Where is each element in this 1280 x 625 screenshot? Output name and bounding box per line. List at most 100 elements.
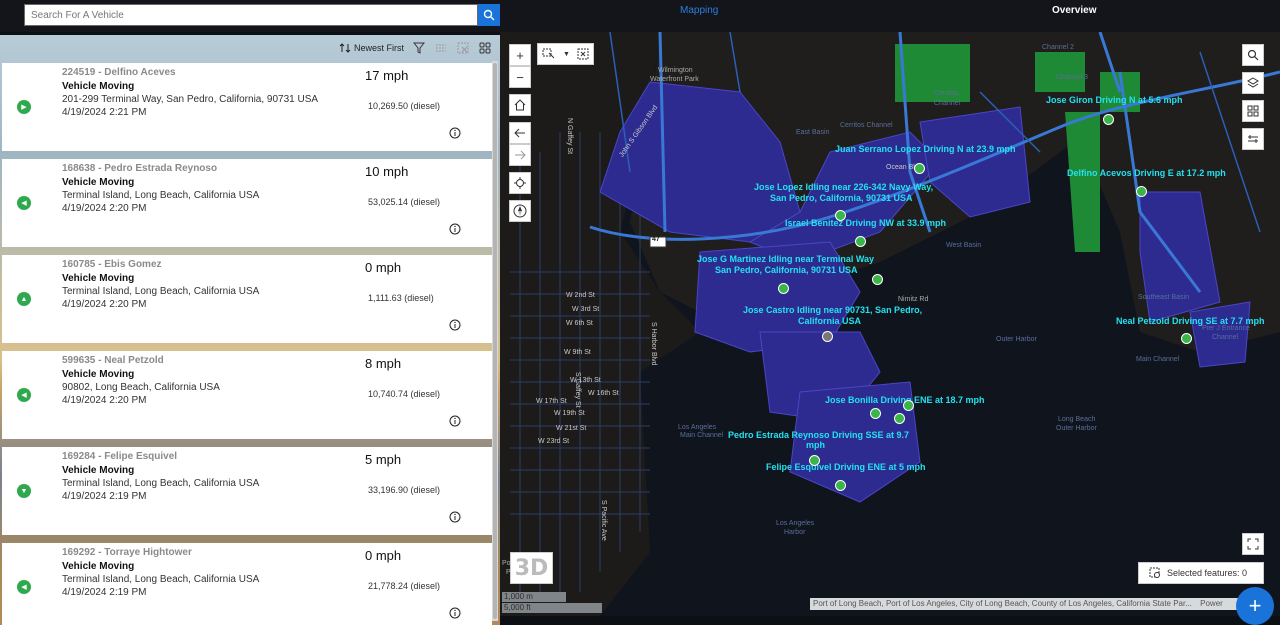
filter-button[interactable] (412, 41, 426, 55)
select-tool-icon[interactable] (542, 48, 556, 60)
toggle-3d-button[interactable]: 3D (510, 552, 553, 584)
sort-label: Newest First (353, 43, 404, 53)
vehicle-card[interactable]: ▲ 160785 - Ebis Gomez Vehicle Moving Ter… (2, 255, 492, 343)
vehicle-card[interactable]: ▶ 224519 - Delfino Aceves Vehicle Moving… (2, 63, 492, 151)
vehicle-speed: 0 mph (365, 260, 402, 275)
vehicle-map-label: Israel Benitez Driving NW at 33.9 mph (785, 218, 947, 228)
grid-icon (479, 42, 491, 54)
vehicle-card[interactable]: ▼ 169284 - Felipe Esquivel Vehicle Movin… (2, 447, 492, 535)
title-separator: - (95, 451, 105, 462)
zoom-out-button[interactable]: − (509, 66, 531, 88)
vehicle-marker[interactable] (870, 408, 881, 419)
view-toggle-button[interactable] (478, 41, 492, 55)
vehicle-marker[interactable] (835, 210, 846, 221)
vehicle-marker[interactable] (835, 480, 846, 491)
vehicle-map-label: San Pedro, California, 90731 USA (770, 193, 913, 203)
vehicle-address: Terminal Island, Long Beach, California … (62, 190, 260, 201)
place-label: East Basin (796, 129, 830, 136)
info-icon[interactable] (449, 607, 461, 619)
vehicle-marker[interactable] (894, 413, 905, 424)
info-icon[interactable] (449, 415, 461, 427)
place-label: Cerritos Channel (840, 122, 893, 129)
vehicle-marker[interactable] (822, 331, 833, 342)
vehicle-marker[interactable] (809, 455, 820, 466)
fullscreen-button[interactable] (1242, 533, 1264, 555)
vehicle-title: 169292 - Torraye Hightower (62, 547, 192, 558)
vehicle-map-label: Juan Serrano Lopez Driving N at 23.9 mph (835, 144, 1016, 154)
compass-button[interactable] (509, 200, 531, 222)
place-label: West Basin (946, 242, 982, 249)
selected-features-button[interactable]: Selected features: 0 (1138, 562, 1264, 584)
info-icon[interactable] (449, 223, 461, 235)
scrollbar-thumb[interactable] (493, 63, 497, 619)
vehicle-marker[interactable] (872, 274, 883, 285)
add-button[interactable]: + (1236, 587, 1274, 625)
street-label: W 2nd St (566, 292, 595, 299)
driver-name: Delfino Aceves (104, 67, 176, 78)
vehicle-id: 160785 (62, 259, 96, 270)
home-button[interactable] (509, 94, 531, 116)
place-label: Southeast Basin (1138, 294, 1189, 301)
zoom-in-button[interactable]: + (509, 44, 531, 66)
heading-glyph: ▶ (21, 104, 27, 111)
layers-button[interactable] (1242, 72, 1264, 94)
info-icon[interactable] (449, 319, 461, 331)
clear-selection-icon[interactable] (577, 48, 589, 60)
select-list-button[interactable] (434, 41, 448, 55)
place-label: Waterfront Park (650, 76, 699, 83)
vehicle-search (24, 4, 500, 26)
vehicle-title: 160785 - Ebis Gomez (62, 259, 162, 270)
vehicle-marker[interactable] (903, 400, 914, 411)
street-label: S Gaffey St (574, 372, 581, 408)
info-icon[interactable] (449, 127, 461, 139)
basemap-gallery-button[interactable] (1242, 100, 1264, 122)
map-view[interactable]: Cerritos Channel Channel 2 Channel 3 Eas… (500, 32, 1280, 616)
vehicle-marker[interactable] (914, 163, 925, 174)
vehicle-card[interactable]: ◀ 168638 - Pedro Estrada Reynoso Vehicle… (2, 159, 492, 247)
sort-button[interactable]: Newest First (339, 42, 404, 54)
vehicle-card[interactable]: ◀ 599635 - Neal Petzold Vehicle Moving 9… (2, 351, 492, 439)
vehicle-address: Terminal Island, Long Beach, California … (62, 478, 260, 489)
plus-icon: + (1248, 593, 1262, 618)
vehicle-marker[interactable] (778, 283, 789, 294)
vehicle-marker[interactable] (855, 236, 866, 247)
vehicle-address: Terminal Island, Long Beach, California … (62, 574, 260, 585)
vehicle-map-label: Neal Petzold Driving SE at 7.7 mph (1116, 316, 1265, 326)
locate-button[interactable] (509, 172, 531, 194)
measure-icon (1248, 135, 1258, 143)
search-button[interactable] (478, 4, 500, 26)
basemap-icon (1247, 105, 1259, 117)
vehicle-marker[interactable] (1103, 114, 1114, 125)
street-label: W 6th St (566, 320, 593, 327)
search-input[interactable] (24, 4, 478, 26)
vehicle-timestamp: 4/19/2024 2:21 PM (62, 107, 147, 118)
vehicle-timestamp: 4/19/2024 2:20 PM (62, 299, 147, 310)
vehicle-map-label: Jose Castro Idling near 90731, San Pedro… (743, 305, 923, 315)
map-right-controls (1242, 44, 1264, 150)
place-label: Harbor (784, 529, 806, 536)
chevron-down-icon[interactable]: ▼ (563, 51, 570, 58)
map-attribution[interactable]: Port of Long Beach, Port of Los Angeles,… (810, 598, 1270, 610)
tab-mapping[interactable]: Mapping (680, 5, 718, 16)
vehicle-map-label: Felipe Esquivel Driving ENE at 5 mph (766, 462, 926, 472)
vehicle-card[interactable]: ◀ 169292 - Torraye Hightower Vehicle Mov… (2, 543, 492, 625)
vehicle-marker[interactable] (1181, 333, 1192, 344)
info-icon[interactable] (449, 511, 461, 523)
next-extent-button[interactable] (509, 144, 531, 166)
heading-arrow-icon: ◀ (17, 196, 31, 210)
map-search-button[interactable] (1242, 44, 1264, 66)
previous-extent-button[interactable] (509, 122, 531, 144)
heading-arrow-icon: ▼ (17, 484, 31, 498)
title-separator: - (95, 355, 105, 366)
measure-button[interactable] (1242, 128, 1264, 150)
tab-overview[interactable]: Overview (1052, 5, 1096, 16)
vehicle-marker[interactable] (1136, 186, 1147, 197)
place-label: Channel (934, 100, 961, 107)
place-label: Wilmington (658, 67, 693, 74)
selection-list-icon (1149, 567, 1160, 578)
scale-imperial: 5,000 ft (502, 603, 602, 613)
clear-selection-icon (457, 42, 469, 54)
title-separator: - (95, 163, 105, 174)
clear-selection-button[interactable] (456, 41, 470, 55)
place-label: Channel (1212, 334, 1239, 341)
